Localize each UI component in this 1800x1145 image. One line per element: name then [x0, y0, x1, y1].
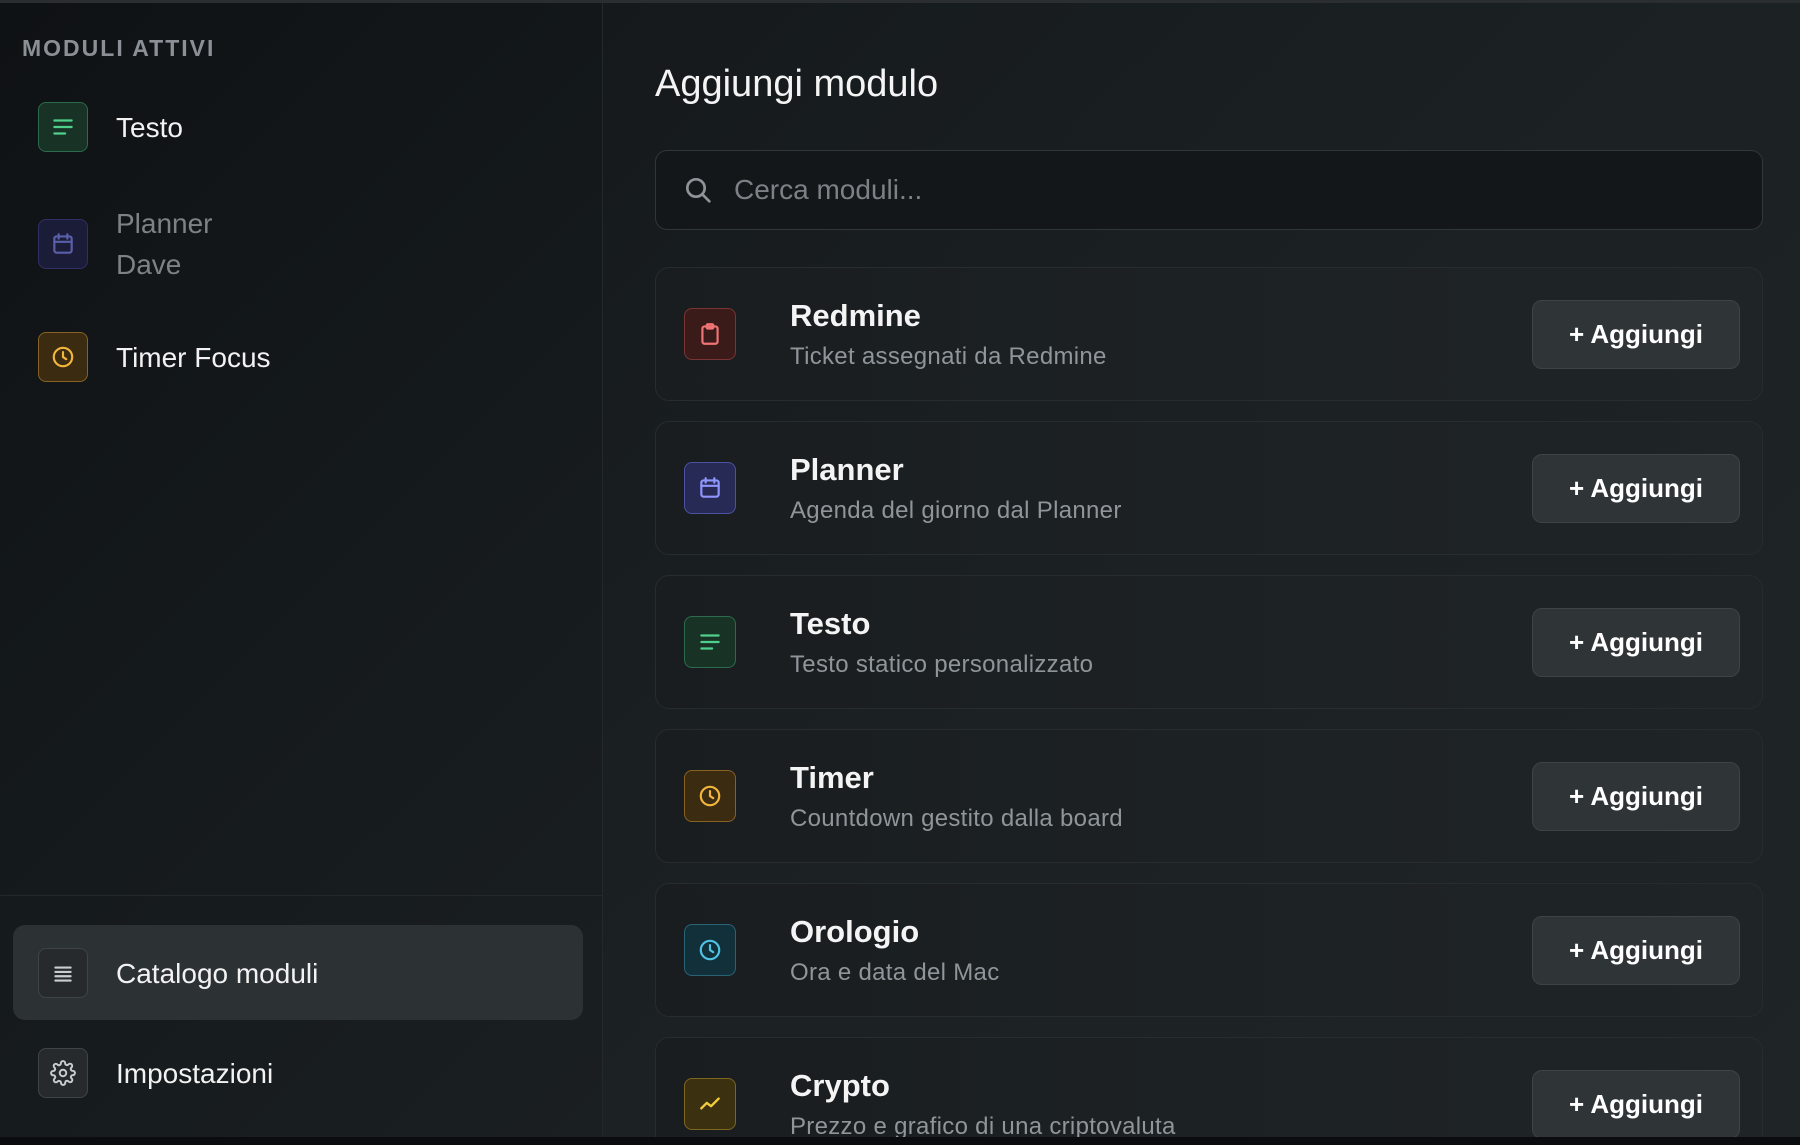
active-module-timer-focus[interactable]: Timer Focus — [38, 332, 271, 382]
main-panel: Aggiungi modulo Redmine Ticket assegnati… — [603, 3, 1800, 1137]
active-module-planner-dave[interactable]: Planner Dave — [38, 203, 213, 285]
add-planner-button[interactable]: + Aggiungi — [1532, 454, 1740, 523]
nav-item-label: Catalogo moduli — [116, 957, 319, 989]
add-redmine-button[interactable]: + Aggiungi — [1532, 300, 1740, 369]
add-orologio-button[interactable]: + Aggiungi — [1532, 916, 1740, 985]
module-name: Crypto — [790, 1068, 890, 1103]
clock-icon — [684, 924, 736, 976]
nav-item-impostazioni[interactable]: Impostazioni — [38, 1048, 273, 1098]
active-module-testo[interactable]: Testo — [38, 102, 183, 152]
active-module-label-line1: Planner — [116, 208, 213, 239]
module-card-timer: Timer Countdown gestito dalla board + Ag… — [655, 729, 1763, 863]
module-description: Testo statico personalizzato — [790, 651, 1094, 678]
active-module-label: Timer Focus — [116, 341, 271, 373]
clipboard-icon — [684, 308, 736, 360]
trend-line-icon — [684, 1078, 736, 1130]
clock-icon — [684, 770, 736, 822]
module-description: Ticket assegnati da Redmine — [790, 343, 1107, 370]
module-description: Prezzo e grafico di una criptovaluta — [790, 1113, 1176, 1137]
text-lines-icon — [684, 616, 736, 668]
module-name: Redmine — [790, 298, 921, 333]
module-name: Orologio — [790, 914, 920, 949]
section-title: MODULI ATTIVI — [22, 35, 216, 61]
window-bottom-border — [0, 1137, 1800, 1145]
nav-item-catalogo[interactable]: Catalogo moduli — [38, 948, 318, 998]
module-card-crypto: Crypto Prezzo e grafico di una criptoval… — [655, 1037, 1763, 1137]
active-module-label: Testo — [116, 111, 183, 143]
module-name: Testo — [790, 606, 871, 641]
search-icon — [682, 174, 714, 206]
module-description: Countdown gestito dalla board — [790, 805, 1123, 832]
module-card-planner: Planner Agenda del giorno dal Planner + … — [655, 421, 1763, 555]
nav-item-label: Impostazioni — [116, 1057, 274, 1089]
list-icon — [38, 948, 88, 998]
module-card-orologio: Orologio Ora e data del Mac + Aggiungi — [655, 883, 1763, 1017]
add-timer-button[interactable]: + Aggiungi — [1532, 762, 1740, 831]
add-testo-button[interactable]: + Aggiungi — [1532, 608, 1740, 677]
text-lines-icon — [38, 102, 88, 152]
module-name: Planner — [790, 452, 904, 487]
module-description: Agenda del giorno dal Planner — [790, 497, 1122, 524]
page-title: Aggiungi modulo — [655, 63, 939, 105]
sidebar: MODULI ATTIVI Testo Planner Dave Timer F… — [0, 3, 603, 1137]
module-card-redmine: Redmine Ticket assegnati da Redmine + Ag… — [655, 267, 1763, 401]
add-crypto-button[interactable]: + Aggiungi — [1532, 1070, 1740, 1137]
calendar-icon — [684, 462, 736, 514]
search-box[interactable] — [655, 150, 1763, 230]
module-name: Timer — [790, 760, 874, 795]
sidebar-divider — [0, 895, 602, 896]
clock-icon — [38, 332, 88, 382]
gear-icon — [38, 1048, 88, 1098]
active-module-label: Planner Dave — [116, 203, 213, 285]
search-input[interactable] — [732, 173, 1762, 207]
module-description: Ora e data del Mac — [790, 959, 1000, 986]
active-module-label-line2: Dave — [116, 249, 182, 280]
calendar-icon — [38, 219, 88, 269]
module-card-testo: Testo Testo statico personalizzato + Agg… — [655, 575, 1763, 709]
